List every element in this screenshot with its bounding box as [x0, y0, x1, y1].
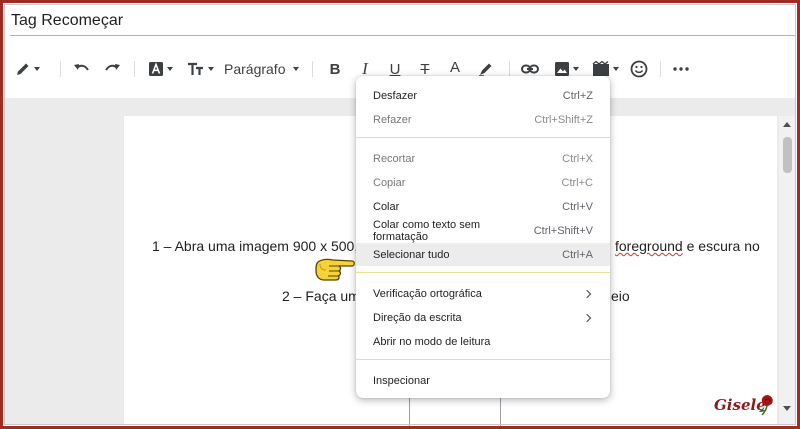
menu-item-label: Refazer: [373, 113, 412, 126]
paragraph-style-label: Parágrafo: [224, 61, 286, 77]
menu-item-undo[interactable]: Desfazer Ctrl+Z: [356, 84, 610, 107]
scroll-thumb[interactable]: [783, 137, 792, 173]
menu-item-label: Abrir no modo de leitura: [373, 335, 491, 348]
table-border: [409, 398, 410, 429]
menu-item-label: Recortar: [373, 152, 416, 165]
menu-separator: [356, 272, 610, 273]
undo-button[interactable]: [70, 52, 94, 86]
image-icon: [554, 62, 569, 76]
menu-item-cut[interactable]: Recortar Ctrl+X: [356, 147, 610, 170]
menu-item-label: Verificação ortográfica: [373, 287, 482, 300]
document-line-2: 2 – Faça um: [282, 288, 360, 304]
pencil-mode-button[interactable]: [10, 52, 44, 86]
chevron-down-icon: [612, 67, 619, 71]
menu-item-spellcheck[interactable]: Verificação ortográfica: [356, 282, 610, 305]
menu-item-paste[interactable]: Colar Ctrl+V: [356, 195, 610, 218]
table-border: [500, 398, 501, 429]
font-size-icon: [187, 62, 203, 75]
chevron-right-icon: [582, 313, 592, 322]
more-options-button[interactable]: [668, 52, 694, 86]
menu-item-label: Inspecionar: [373, 374, 430, 387]
document-line-1-tail: foreground e escura no: [615, 238, 760, 254]
bold-button[interactable]: B: [324, 52, 346, 86]
post-title-field[interactable]: Tag Recomeçar: [10, 8, 796, 36]
menu-item-shortcut: Ctrl+Shift+V: [533, 224, 593, 237]
document-text-1: 1 – Abra uma imagem 900 x 500,: [152, 238, 359, 254]
menu-item-shortcut: Ctrl+X: [562, 152, 593, 165]
chevron-down-icon: [207, 67, 214, 71]
menu-item-copy[interactable]: Copiar Ctrl+C: [356, 171, 610, 194]
editor-scrollbar[interactable]: [779, 116, 796, 425]
chevron-down-icon: [166, 67, 173, 71]
menu-item-label: Colar: [373, 200, 400, 213]
pencil-icon: [16, 63, 28, 75]
pointing-hand-icon: [315, 258, 355, 281]
toolbar-divider: [509, 61, 510, 77]
rose-icon: [759, 395, 773, 416]
menu-item-shortcut: Ctrl+A: [562, 248, 593, 261]
chevron-down-icon: [572, 67, 579, 71]
highlighter-icon: [479, 63, 492, 77]
menu-item-label: Desfazer: [373, 89, 418, 102]
menu-separator: [356, 359, 610, 360]
text-style-icon: [148, 62, 163, 76]
menu-item-reading-mode[interactable]: Abrir no modo de leitura: [356, 330, 610, 353]
font-size-button[interactable]: [183, 52, 217, 86]
menu-item-label: Colar como texto sem formatação: [373, 218, 480, 243]
insert-emoji-button[interactable]: [626, 52, 652, 86]
menu-item-redo[interactable]: Refazer Ctrl+Shift+Z: [356, 108, 610, 131]
emoji-icon: [630, 60, 648, 78]
document-line-1: 1 – Abra uma imagem 900 x 500,: [152, 238, 358, 254]
redo-icon: [105, 64, 120, 71]
underline-icon: U: [389, 60, 401, 78]
menu-item-paste-plain[interactable]: Colar como texto sem formatação Ctrl+Shi…: [356, 218, 610, 243]
chevron-right-icon: [582, 289, 592, 298]
strikethrough-icon: T: [420, 60, 430, 78]
font-style-button[interactable]: [143, 52, 177, 86]
document-line-2-tail: eio: [611, 288, 630, 304]
menu-item-select-all[interactable]: Selecionar tudo Ctrl+A: [356, 243, 610, 266]
menu-item-label: Direção da escrita: [373, 311, 462, 324]
scroll-down-arrow-icon[interactable]: [783, 406, 791, 411]
toolbar-divider: [134, 61, 135, 77]
menu-item-shortcut: Ctrl+Shift+Z: [534, 113, 593, 126]
redo-button[interactable]: [100, 52, 124, 86]
menu-item-label: Copiar: [373, 176, 406, 189]
chevron-down-icon: [293, 67, 300, 71]
menu-item-shortcut: Ctrl+Z: [562, 89, 593, 102]
paragraph-style-dropdown[interactable]: Parágrafo: [224, 52, 304, 86]
toolbar-divider: [60, 61, 61, 77]
menu-item-shortcut: Ctrl+V: [562, 200, 593, 213]
menu-item-inspect[interactable]: Inspecionar: [356, 369, 610, 392]
document-text-1-end: e escura no: [682, 238, 760, 254]
menu-item-shortcut: Ctrl+C: [561, 176, 593, 189]
misspelled-word[interactable]: foreground: [615, 238, 683, 254]
video-icon: [592, 61, 609, 76]
undo-icon: [74, 64, 89, 71]
post-title-text: Tag Recomeçar: [11, 12, 124, 29]
document-text-2-end: eio: [611, 288, 630, 304]
document-text-2: 2 – Faça um: [282, 288, 360, 304]
menu-item-writing-direction[interactable]: Direção da escrita: [356, 306, 610, 329]
bold-icon: B: [329, 60, 341, 78]
toolbar-divider: [312, 61, 313, 77]
scroll-up-arrow-icon[interactable]: [783, 122, 791, 127]
menu-separator: [356, 137, 610, 138]
menu-item-label: Selecionar tudo: [373, 248, 450, 261]
chevron-down-icon: [33, 67, 40, 71]
text-color-icon: A: [449, 58, 460, 76]
context-menu: Desfazer Ctrl+Z Refazer Ctrl+Shift+Z Rec…: [356, 76, 610, 398]
toolbar-divider: [660, 61, 661, 77]
link-icon: [521, 64, 539, 74]
more-horizontal-icon: [673, 67, 689, 71]
